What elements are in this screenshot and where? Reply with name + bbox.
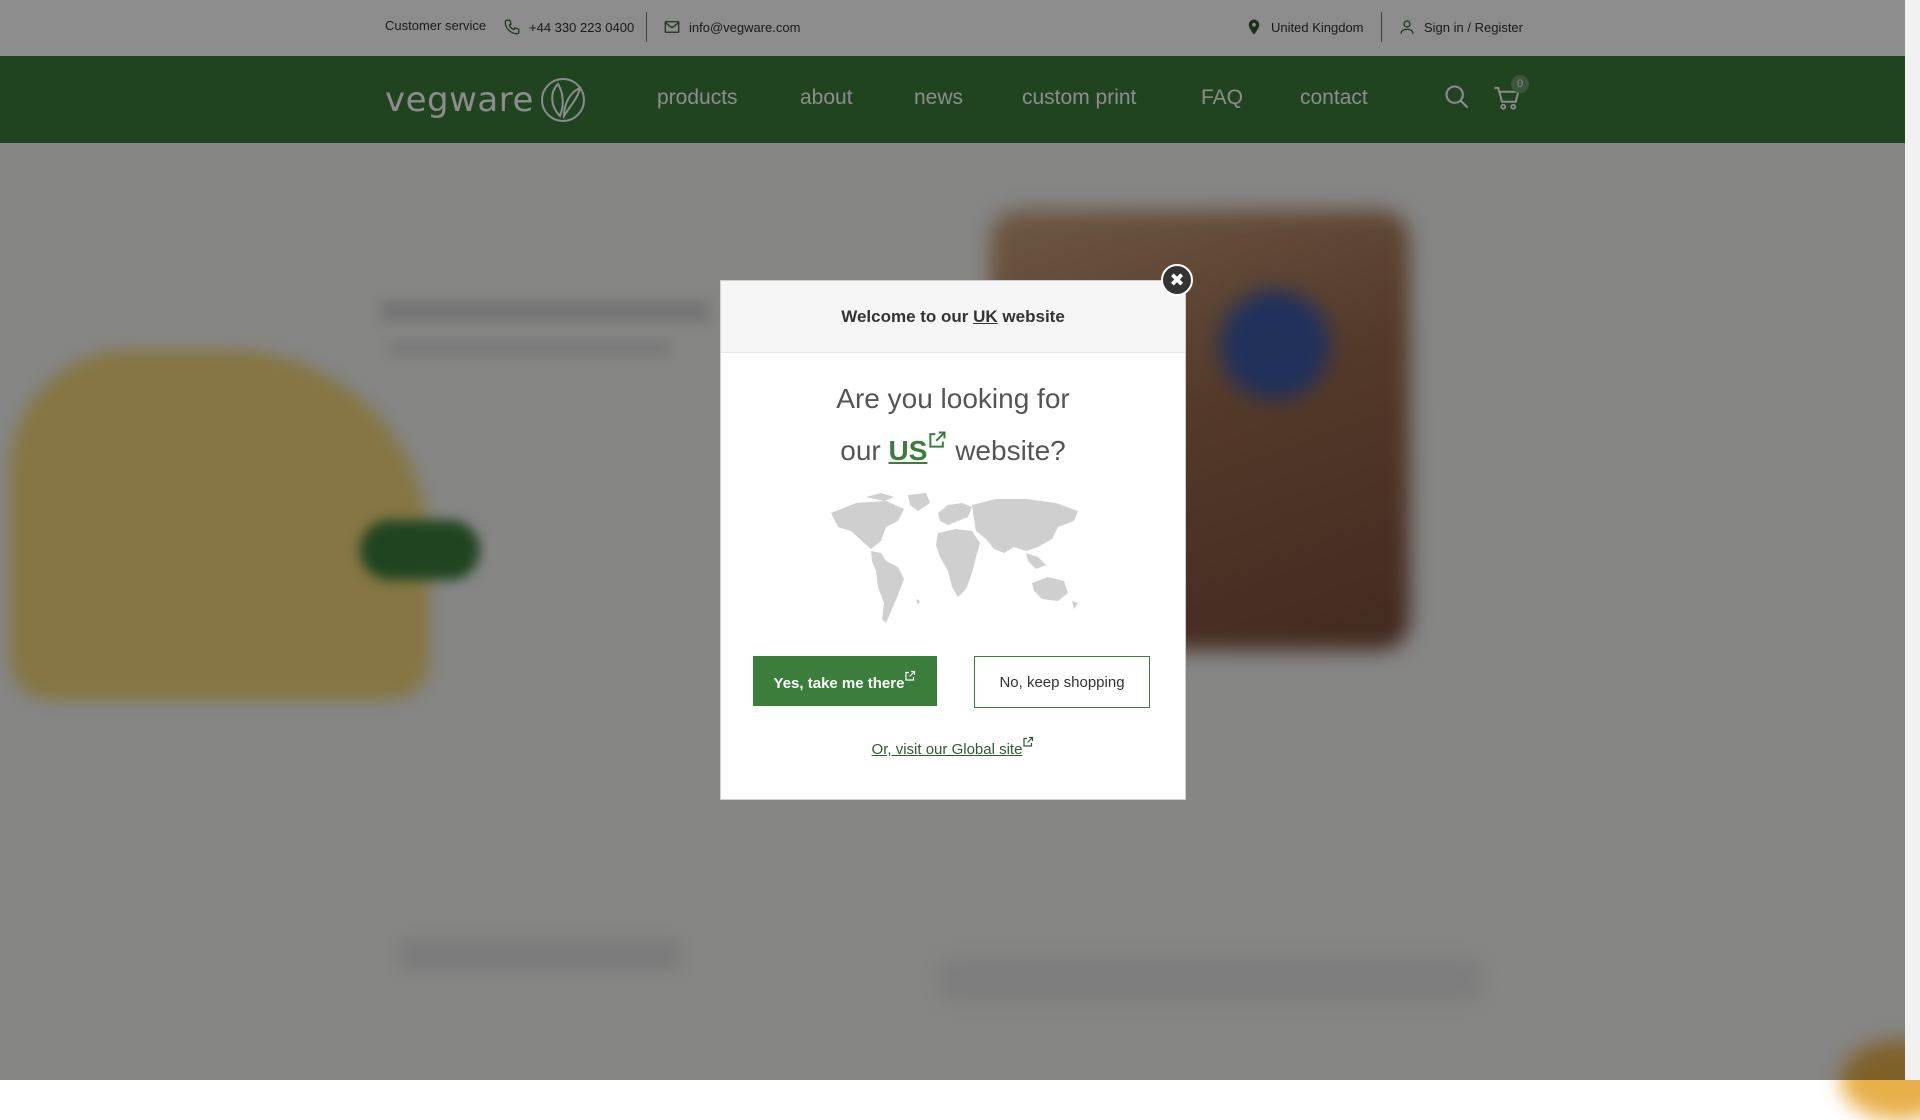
close-icon: ✖ xyxy=(1169,269,1185,290)
external-link-icon xyxy=(905,670,916,681)
external-link-icon xyxy=(929,431,946,448)
close-modal-button[interactable]: ✖ xyxy=(1161,264,1193,296)
yes-take-me-there-button[interactable]: Yes, take me there xyxy=(753,656,937,706)
region-modal: Welcome to our UK website Are you lookin… xyxy=(720,280,1186,800)
world-map xyxy=(831,493,1078,623)
external-link-icon xyxy=(1023,736,1034,747)
us-site-link[interactable]: US xyxy=(889,431,948,466)
modal-title: Welcome to our UK website xyxy=(721,281,1185,353)
no-keep-shopping-button[interactable]: No, keep shopping xyxy=(974,656,1150,708)
page-scrollbar[interactable] xyxy=(1905,0,1920,1080)
modal-question: Are you looking for our US website? xyxy=(836,383,1070,466)
global-site-link[interactable]: Or, visit our Global site xyxy=(721,736,1185,758)
